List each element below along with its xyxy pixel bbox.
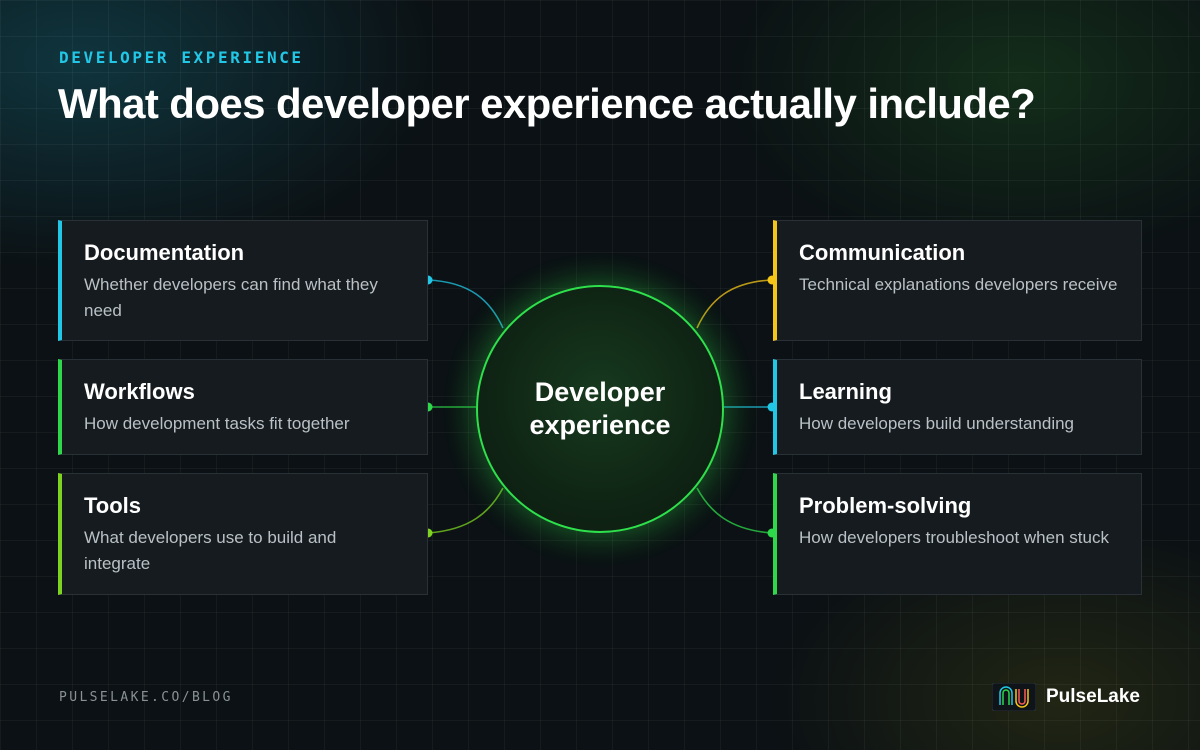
card-description: How developers troubleshoot when stuck bbox=[799, 528, 1109, 547]
brand[interactable]: PulseLake bbox=[992, 683, 1140, 711]
card-workflows: Workflows How development tasks fit toge… bbox=[58, 359, 428, 455]
card-problem-solving: Problem-solving How developers troublesh… bbox=[773, 473, 1142, 595]
footer-url[interactable]: PULSELAKE.CO/BLOG bbox=[59, 690, 233, 705]
hub-circle: Developer experience bbox=[476, 285, 724, 533]
card-title: Tools bbox=[84, 493, 142, 518]
card-title: Problem-solving bbox=[799, 493, 972, 518]
card-description: How developers build understanding bbox=[799, 414, 1075, 433]
card-tools: Tools What developers use to build and i… bbox=[58, 473, 428, 595]
hub-label: Developer experience bbox=[529, 377, 671, 440]
card-description: What developers use to build and integra… bbox=[84, 528, 337, 573]
card-title: Learning bbox=[799, 379, 892, 404]
card-documentation: Documentation Whether developers can fin… bbox=[58, 220, 428, 341]
card-description: How development tasks fit together bbox=[84, 414, 350, 433]
card-learning: Learning How developers build understand… bbox=[773, 359, 1142, 455]
card-communication: Communication Technical explanations dev… bbox=[773, 220, 1142, 341]
card-title: Documentation bbox=[84, 240, 245, 265]
card-description: Whether developers can find what they ne… bbox=[84, 275, 378, 320]
pulselake-logo-icon bbox=[992, 683, 1036, 711]
brand-name: PulseLake bbox=[1046, 686, 1140, 707]
card-description: Technical explanations developers receiv… bbox=[799, 275, 1118, 294]
card-title: Workflows bbox=[84, 379, 195, 404]
card-title: Communication bbox=[799, 240, 966, 265]
